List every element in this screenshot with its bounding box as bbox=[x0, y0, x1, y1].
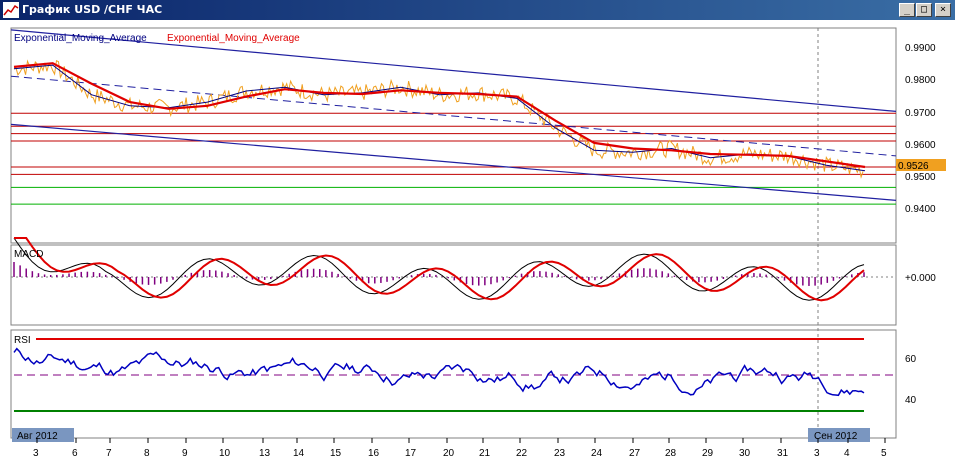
rsi-tick: 60 bbox=[905, 354, 917, 365]
x-tick-label: 16 bbox=[368, 448, 380, 459]
x-tick-label: 20 bbox=[443, 448, 455, 459]
date-label-start: Авг 2012 bbox=[17, 431, 58, 442]
chart-app-icon bbox=[3, 2, 19, 18]
price-tick: 0.9700 bbox=[905, 108, 936, 119]
price-tick: 0.9500 bbox=[905, 172, 936, 183]
close-button[interactable]: × bbox=[935, 3, 951, 17]
chart-area[interactable]: Exponential_Moving_Average Exponential_M… bbox=[0, 20, 955, 465]
x-tick-label: 31 bbox=[777, 448, 789, 459]
x-tick-label: 28 bbox=[665, 448, 677, 459]
maximize-button[interactable]: □ bbox=[916, 3, 932, 17]
window-titlebar[interactable]: График USD /CHF ЧАС _ □ × bbox=[0, 0, 955, 20]
x-tick-label: 27 bbox=[629, 448, 641, 459]
legend-ema-fast: Exponential_Moving_Average bbox=[14, 33, 147, 44]
x-tick-label: 6 bbox=[72, 448, 78, 459]
x-tick-label: 17 bbox=[405, 448, 417, 459]
x-tick-label: 5 bbox=[881, 448, 887, 459]
x-tick-label: 8 bbox=[144, 448, 150, 459]
chart-svg[interactable]: Exponential_Moving_Average Exponential_M… bbox=[0, 20, 955, 465]
x-tick-label: 30 bbox=[739, 448, 751, 459]
minimize-button[interactable]: _ bbox=[899, 3, 915, 17]
x-tick-label: 10 bbox=[219, 448, 231, 459]
x-tick-label: 3 bbox=[33, 448, 39, 459]
x-tick-label: 4 bbox=[844, 448, 850, 459]
rsi-panel[interactable] bbox=[10, 329, 897, 439]
rsi-tick: 40 bbox=[905, 395, 917, 406]
x-tick-label: 15 bbox=[330, 448, 342, 459]
window-title: График USD /CHF ЧАС bbox=[22, 3, 163, 16]
price-tick: 0.9600 bbox=[905, 140, 936, 151]
rsi-label: RSI bbox=[14, 335, 31, 346]
date-label-end: Сен 2012 bbox=[814, 431, 858, 442]
x-tick-label: 3 bbox=[814, 448, 820, 459]
legend-ema-slow: Exponential_Moving_Average bbox=[167, 33, 300, 44]
x-tick-label: 13 bbox=[259, 448, 271, 459]
x-tick-label: 9 bbox=[182, 448, 188, 459]
price-tick: 0.9800 bbox=[905, 75, 936, 86]
x-tick-label: 23 bbox=[554, 448, 566, 459]
x-tick-label: 14 bbox=[293, 448, 305, 459]
x-tick-label: 21 bbox=[479, 448, 491, 459]
x-tick-label: 24 bbox=[591, 448, 603, 459]
macd-label: MACD bbox=[14, 249, 43, 260]
current-price: 0.9526 bbox=[898, 161, 929, 172]
x-tick-label: 29 bbox=[702, 448, 714, 459]
x-tick-label: 22 bbox=[516, 448, 528, 459]
price-tick: 0.9900 bbox=[905, 43, 936, 54]
price-tick: 0.9400 bbox=[905, 204, 936, 215]
macd-tick: +0.000 bbox=[905, 273, 936, 284]
x-tick-label: 7 bbox=[106, 448, 112, 459]
